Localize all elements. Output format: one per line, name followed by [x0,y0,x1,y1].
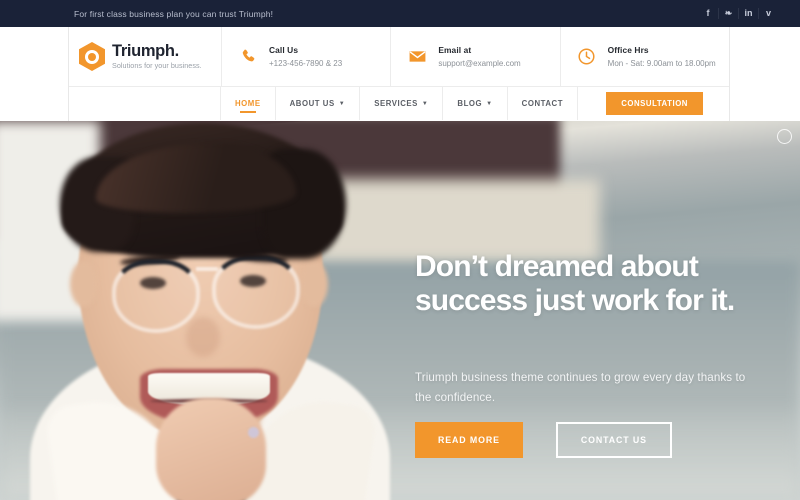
nav-label: CONTACT [521,99,564,108]
contact-us-button[interactable]: CONTACT US [555,422,672,458]
top-bar: For first class business plan you can tr… [0,0,800,27]
hero-person-photo [0,121,420,500]
social-links: f ❧ in v [698,8,778,19]
brand-logo[interactable]: Triumph. Solutions for your business. [69,42,221,71]
nav-label: ABOUT US [289,99,335,108]
envelope-icon [405,45,429,69]
main-navigation: HOME ABOUT US ▼ SERVICES ▼ BLOG ▼ CONTAC… [69,87,729,120]
header-card: Triumph. Solutions for your business. Ca… [68,26,730,121]
nav-label: BLOG [457,99,483,108]
vimeo-icon[interactable]: v [758,8,778,19]
nav-label: HOME [235,99,261,108]
read-more-button[interactable]: READ MORE [415,422,523,458]
brand-name: Triumph. [112,42,179,60]
hero-title: Don’t dreamed about success just work fo… [415,250,735,317]
chevron-down-icon: ▼ [338,100,346,107]
phone-icon [236,45,260,69]
contact-title: Email at [438,44,472,55]
nav-label: SERVICES [374,99,418,108]
contact-detail: +123-456-7890 & 23 [269,58,343,68]
nav-item-home[interactable]: HOME [221,87,276,120]
contact-detail: Mon - Sat: 9.00am to 18.00pm [607,58,716,68]
nav-right-area: CONSULTATION [606,87,729,120]
contact-title: Call Us [269,44,299,55]
facebook-icon[interactable]: f [698,8,718,19]
contact-detail: support@example.com [438,58,521,68]
chevron-down-icon: ▼ [421,100,429,107]
hero-subtitle: Triumph business theme continues to grow… [415,371,746,404]
nav-item-blog[interactable]: BLOG ▼ [443,87,508,120]
hero-buttons: READ MORE CONTACT US [415,422,672,458]
contact-email: Email at support@example.com [390,26,559,87]
contact-office-hours: Office Hrs Mon - Sat: 9.00am to 18.00pm [559,26,729,87]
site-header: Triumph. Solutions for your business. Ca… [0,26,800,121]
twitter-icon[interactable]: ❧ [718,8,738,19]
hexagon-circle-icon [79,42,105,71]
hero-content: Don’t dreamed about success just work fo… [415,121,775,500]
contact-call-us: Call Us +123-456-7890 & 23 [221,26,390,87]
nav-menu: HOME ABOUT US ▼ SERVICES ▼ BLOG ▼ CONTAC… [221,87,579,120]
consultation-button[interactable]: CONSULTATION [606,92,703,115]
nav-logo-spacer [69,87,221,120]
nav-item-contact[interactable]: CONTACT [508,87,579,120]
hero-slider: Don’t dreamed about success just work fo… [0,121,800,500]
linkedin-icon[interactable]: in [738,8,758,19]
slider-dot-indicator[interactable] [777,129,792,144]
chevron-down-icon: ▼ [486,100,493,107]
nav-item-services[interactable]: SERVICES ▼ [360,87,444,120]
nav-item-about-us[interactable]: ABOUT US ▼ [276,87,361,120]
contact-title: Office Hrs [607,44,649,55]
top-bar-tagline: For first class business plan you can tr… [74,8,274,19]
brand-tagline: Solutions for your business. [112,61,202,70]
clock-icon [575,45,599,69]
header-top-row: Triumph. Solutions for your business. Ca… [69,26,729,87]
